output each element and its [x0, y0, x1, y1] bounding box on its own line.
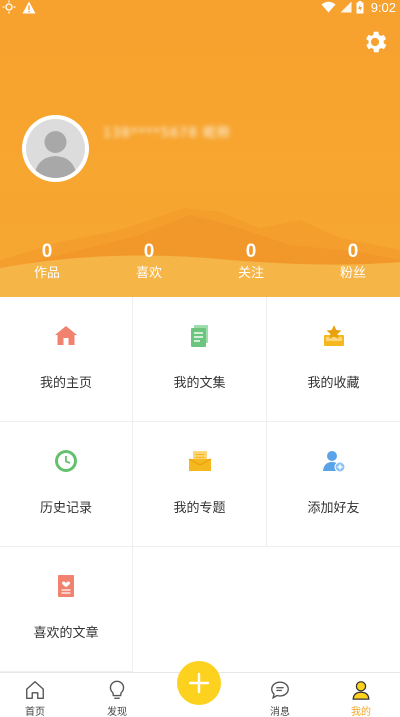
wifi-icon	[321, 1, 336, 13]
nav-discover[interactable]: 发现	[82, 673, 152, 717]
stat-label: 喜欢	[135, 266, 162, 281]
menu-my-homepage[interactable]: 我的主页	[0, 297, 133, 422]
stats-row: 0 作品 0 喜欢 0 关注 0 粉丝	[0, 240, 400, 290]
menu-label: 历史记录	[39, 501, 92, 516]
stat-value: 0	[245, 241, 257, 262]
stat-followers[interactable]: 0 粉丝	[326, 240, 380, 290]
avatar[interactable]	[22, 115, 89, 182]
warning-icon	[22, 1, 36, 13]
stat-following[interactable]: 0 关注	[224, 240, 278, 290]
stat-value: 0	[41, 241, 53, 262]
create-button[interactable]	[177, 661, 221, 705]
gear-icon	[366, 31, 387, 53]
stat-label: 作品	[33, 266, 60, 281]
chat-bubble-icon	[271, 681, 289, 700]
signal-icon	[340, 1, 352, 13]
menu-label: 喜欢的文章	[33, 626, 99, 641]
nav-label: 消息	[270, 707, 290, 717]
battery-charging-icon	[356, 0, 364, 13]
menu-grid: 我的主页 我的文集 我的收藏 历史记录 我的专题 添加好友 喜欢的文章	[0, 297, 400, 672]
stat-label: 粉丝	[339, 266, 366, 281]
heart-document-icon	[58, 575, 74, 597]
menu-my-collections[interactable]: 我的文集	[133, 297, 267, 422]
menu-add-friend[interactable]: 添加好友	[267, 422, 400, 547]
home-outline-icon	[26, 681, 44, 699]
home-icon	[55, 326, 77, 345]
stat-likes[interactable]: 0 喜欢	[122, 240, 176, 290]
menu-label: 我的收藏	[307, 376, 360, 391]
menu-label: 我的专题	[173, 501, 226, 516]
stat-value: 0	[347, 241, 359, 262]
menu-liked-articles[interactable]: 喜欢的文章	[0, 547, 133, 672]
menu-label: 我的文集	[173, 376, 226, 391]
menu-label: 我的主页	[39, 376, 92, 391]
status-time: 9:02	[370, 0, 396, 15]
person-icon	[352, 681, 370, 700]
sun-icon	[2, 0, 16, 14]
stat-value: 0	[143, 241, 155, 262]
menu-label: 添加好友	[307, 501, 360, 516]
status-bar: 9:02	[0, 0, 400, 16]
stat-label: 关注	[237, 266, 264, 281]
username[interactable]: 138****5678 昵称	[103, 122, 230, 141]
star-box-icon	[323, 325, 344, 346]
lightbulb-icon	[109, 680, 125, 699]
nav-home[interactable]: 首页	[0, 673, 70, 717]
add-friend-icon	[322, 451, 345, 473]
menu-my-topics[interactable]: 我的专题	[133, 422, 267, 547]
clock-icon	[55, 450, 77, 472]
nav-messages[interactable]: 消息	[245, 673, 315, 717]
nav-label: 我的	[351, 707, 371, 717]
nav-me[interactable]: 我的	[326, 673, 396, 717]
stat-works[interactable]: 0 作品	[20, 240, 74, 290]
menu-history[interactable]: 历史记录	[0, 422, 133, 547]
username-text: 138****5678 昵称	[103, 125, 232, 141]
nav-label: 发现	[107, 707, 127, 717]
envelope-icon	[188, 451, 211, 471]
nav-label: 首页	[25, 707, 45, 717]
profile-header: 9:02 138****5678 昵称 0 作品 0 喜欢 0 关注 0 粉丝	[0, 0, 400, 297]
settings-button[interactable]	[361, 28, 389, 56]
notebook-icon	[190, 325, 208, 347]
plus-icon	[188, 672, 210, 694]
default-avatar-icon	[34, 131, 77, 178]
menu-my-favorites[interactable]: 我的收藏	[267, 297, 400, 422]
